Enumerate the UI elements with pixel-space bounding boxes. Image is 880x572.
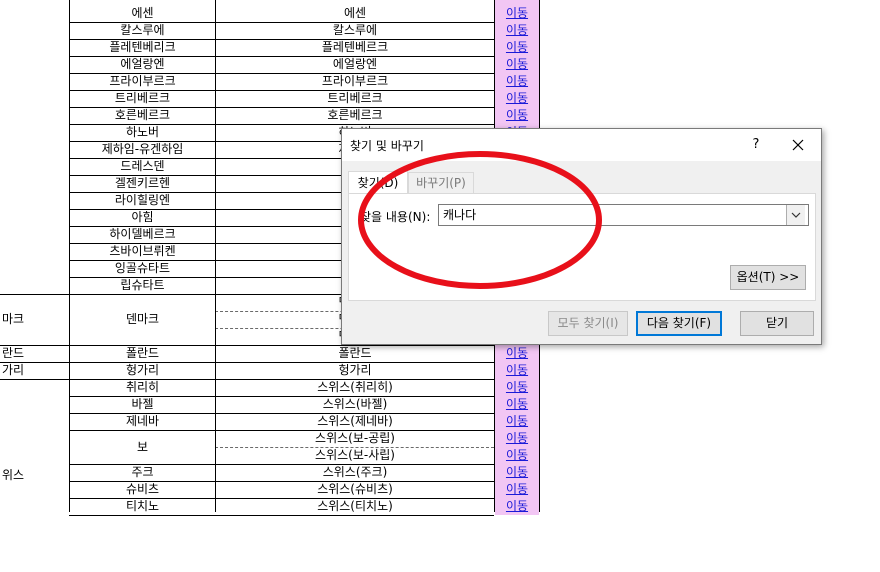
help-button[interactable]: ? [746,135,766,155]
goto-link[interactable]: 이동 [495,90,539,107]
close-window-button[interactable] [782,132,814,158]
goto-link[interactable]: 이동 [495,396,539,413]
options-button[interactable]: 옵션(T) >> [730,265,806,290]
dialog-titlebar[interactable]: 찾기 및 바꾸기 ? [342,129,821,161]
cell-name[interactable]: 스위스(슈비츠) [216,481,494,498]
cell-city[interactable]: 취리히 [70,379,215,396]
goto-link[interactable]: 이동 [495,430,539,447]
goto-link[interactable]: 이동 [495,39,539,56]
cell-name[interactable]: 에얼랑엔 [216,56,494,73]
close-button[interactable]: 닫기 [740,311,814,336]
row-border [69,515,494,516]
cell-name[interactable]: 에센 [216,5,494,22]
find-what-input[interactable]: 캐나다 [438,204,809,226]
cell-city[interactable]: 에센 [70,5,215,22]
cell-city[interactable]: 호른베르크 [70,107,215,124]
cell-city[interactable] [70,328,215,345]
cell-name[interactable]: 트리베르크 [216,90,494,107]
column-border [69,0,70,512]
goto-link[interactable]: 이동 [495,498,539,515]
goto-link[interactable]: 이동 [495,413,539,430]
cell-name[interactable]: 플레텐베르크 [216,39,494,56]
cell-city[interactable]: 프라이부르크 [70,73,215,90]
cell-city[interactable]: 칼스루에 [70,22,215,39]
cell-name[interactable]: 폴란드 [216,345,494,362]
column-border [215,0,216,512]
cell-city[interactable]: 잉골슈타트 [70,260,215,277]
cell-city[interactable]: 츠바이브뤼켄 [70,243,215,260]
cell-city[interactable]: 에얼랑엔 [70,56,215,73]
cell-city[interactable]: 티치노 [70,498,215,515]
cell-name[interactable]: 스위스(취리히) [216,379,494,396]
cell-city[interactable]: 플레텐베리크 [70,39,215,56]
cell-name[interactable]: 프라이부르크 [216,73,494,90]
cell-city[interactable]: 트리베르크 [70,90,215,107]
cell-city[interactable]: 바젤 [70,396,215,413]
region-label[interactable]: 마크 [2,294,67,345]
cell-name[interactable]: 칼스루에 [216,22,494,39]
cell-city[interactable]: 보 [70,430,215,464]
cell-name[interactable]: 스위스(바젤) [216,396,494,413]
tab-replace[interactable]: 바꾸기(P) [408,172,474,194]
dialog-title: 찾기 및 바꾸기 [350,139,424,153]
cell-city[interactable]: 슈비츠 [70,481,215,498]
region-label[interactable]: 가리 [2,362,67,379]
goto-link[interactable]: 이동 [495,22,539,39]
find-next-button[interactable]: 다음 찾기(F) [636,311,722,336]
find-history-dropdown[interactable] [786,205,805,225]
find-replace-dialog: 찾기 및 바꾸기 ? 찾기(D) 바꾸기(P) 찾을 내용(N): 캐나다 옵션… [341,128,822,345]
cell-city[interactable]: 립슈타트 [70,277,215,294]
cell-name[interactable]: 스위스(제네바) [216,413,494,430]
cell-city[interactable]: 겔젠키르헨 [70,175,215,192]
cell-city[interactable]: 제네바 [70,413,215,430]
goto-link[interactable]: 이동 [495,379,539,396]
find-all-button[interactable]: 모두 찾기(I) [548,311,628,336]
cell-city[interactable]: 드레스덴 [70,158,215,175]
cell-city[interactable]: 헝가리 [70,362,215,379]
goto-link[interactable]: 이동 [495,362,539,379]
cell-name[interactable]: 호른베르크 [216,107,494,124]
find-what-label: 찾을 내용(N): [360,210,431,224]
cell-name[interactable]: 헝가리 [216,362,494,379]
cell-city[interactable]: 아힘 [70,209,215,226]
goto-link[interactable]: 이동 [495,5,539,22]
cell-city[interactable]: 라이힐링엔 [70,192,215,209]
cell-name[interactable]: 스위스(보-공립) [216,430,494,447]
cell-name[interactable]: 스위스(주크) [216,464,494,481]
close-icon [792,139,804,151]
cell-city[interactable]: 하이델베르크 [70,226,215,243]
region-label[interactable]: 위스 [2,379,67,572]
cell-name[interactable]: 스위스(보-사립) [216,447,494,464]
goto-link[interactable]: 이동 [495,73,539,90]
cell-name[interactable]: 스위스(티치노) [216,498,494,515]
tab-find[interactable]: 찾기(D) [348,171,408,195]
cell-city[interactable]: 폴란드 [70,345,215,362]
cell-city[interactable]: 주크 [70,464,215,481]
goto-link[interactable]: 이동 [495,464,539,481]
chevron-down-icon [791,212,801,218]
region-label[interactable]: 란드 [2,345,67,362]
goto-link[interactable]: 이동 [495,481,539,498]
goto-link[interactable]: 이동 [495,447,539,464]
cell-city[interactable]: 하노버 [70,124,215,141]
goto-link[interactable]: 이동 [495,107,539,124]
goto-link[interactable]: 이동 [495,345,539,362]
goto-link[interactable]: 이동 [495,56,539,73]
cell-city[interactable]: 제하임-유겐하임 [70,141,215,158]
